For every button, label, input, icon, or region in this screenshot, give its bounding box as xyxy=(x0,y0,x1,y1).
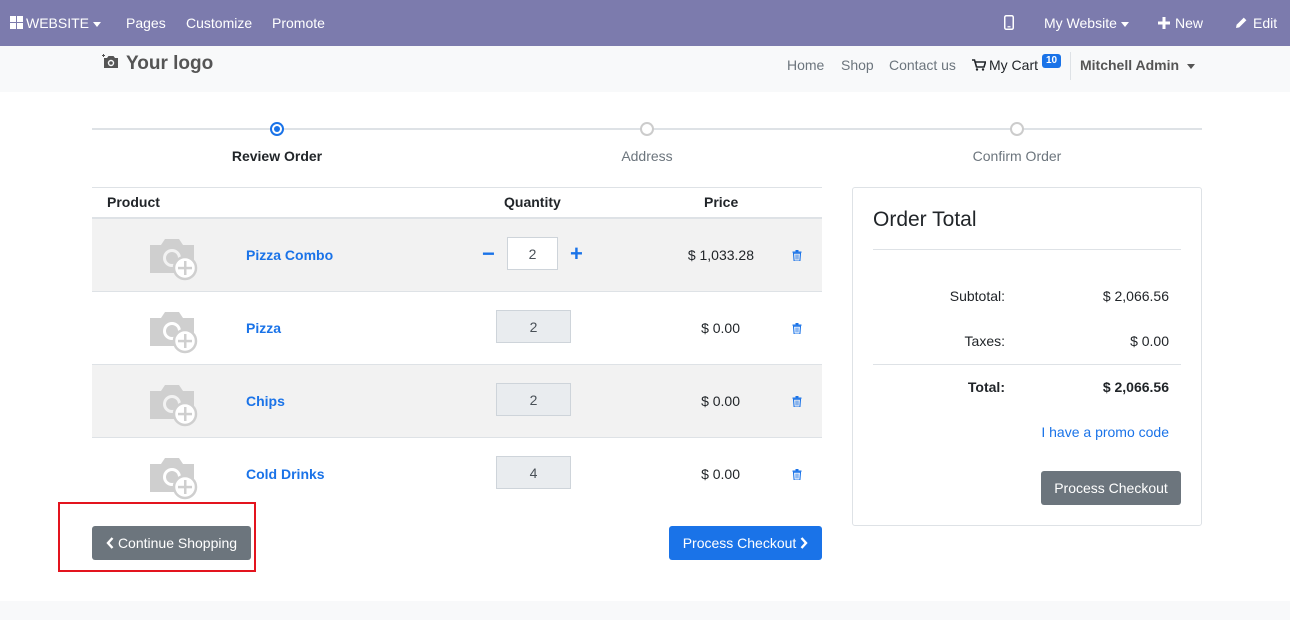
trash-icon[interactable] xyxy=(792,469,802,480)
step-dot-confirm-order xyxy=(1010,122,1024,136)
customize-menu[interactable]: Customize xyxy=(186,0,252,46)
camera-placeholder-icon xyxy=(150,385,198,427)
nav-contact-us[interactable]: Contact us xyxy=(889,57,956,73)
site-logo[interactable]: Your logo xyxy=(102,53,213,79)
card-divider xyxy=(873,249,1181,250)
line-price: $ 0.00 xyxy=(701,320,740,336)
quantity-increase-button[interactable]: + xyxy=(570,243,583,265)
mobile-icon xyxy=(1004,15,1014,30)
product-name-link[interactable]: Pizza Combo xyxy=(246,219,333,292)
promote-menu[interactable]: Promote xyxy=(272,0,325,46)
trash-icon[interactable] xyxy=(792,396,802,407)
process-checkout-label: Process Checkout xyxy=(682,535,797,551)
nav-divider xyxy=(1070,52,1071,80)
quantity-readonly-field: 2 xyxy=(496,383,571,416)
order-total-title: Order Total xyxy=(873,208,977,231)
line-price: $ 0.00 xyxy=(701,393,740,409)
cart-icon xyxy=(972,59,987,71)
header-price: Price xyxy=(704,194,739,210)
chevron-right-icon xyxy=(800,537,808,549)
quantity-readonly-field: 4 xyxy=(496,456,571,489)
table-row: Pizza Combo − 2 + $ 1,033.28 xyxy=(92,219,822,292)
quantity-readonly-field: 2 xyxy=(496,310,571,343)
taxes-label: Taxes: xyxy=(964,333,1005,349)
my-website-label: My Website xyxy=(1044,15,1117,31)
mobile-preview-button[interactable] xyxy=(1004,0,1014,46)
taxes-value: $ 0.00 xyxy=(1130,333,1169,349)
camera-icon xyxy=(102,54,118,68)
edit-button[interactable]: Edit xyxy=(1235,0,1277,46)
product-name-link[interactable]: Pizza xyxy=(246,292,281,365)
promo-code-link[interactable]: I have a promo code xyxy=(1000,424,1169,440)
new-label: New xyxy=(1175,15,1204,31)
total-label: Total: xyxy=(967,379,1005,395)
grid-icon xyxy=(10,16,23,29)
quantity-input[interactable]: 2 xyxy=(507,237,558,270)
subtotal-value: $ 2,066.56 xyxy=(1102,288,1169,304)
step-dot-address xyxy=(640,122,654,136)
logo-text: Your logo xyxy=(126,53,214,74)
step-dot-review-order xyxy=(270,122,284,136)
nav-home[interactable]: Home xyxy=(787,57,824,73)
my-website-menu[interactable]: My Website xyxy=(1044,0,1129,46)
table-top-border xyxy=(92,187,822,188)
product-name-link[interactable]: Chips xyxy=(246,365,285,438)
new-button[interactable]: New xyxy=(1158,0,1203,46)
user-name: Mitchell Admin xyxy=(1080,57,1180,73)
process-checkout-button[interactable]: Process Checkout xyxy=(669,526,822,560)
admin-topbar: WEBSITE Pages Customize Promote My Websi… xyxy=(0,0,1290,46)
line-price: $ 1,033.28 xyxy=(687,247,754,263)
header-product: Product xyxy=(107,194,160,210)
step-address: Address xyxy=(621,148,673,164)
caret-down-icon xyxy=(93,21,102,27)
website-menu-label: WEBSITE xyxy=(26,15,90,31)
website-menu[interactable]: WEBSITE xyxy=(10,0,102,46)
card-divider xyxy=(873,364,1181,365)
trash-icon[interactable] xyxy=(792,250,802,261)
highlight-box xyxy=(58,502,256,572)
caret-down-icon xyxy=(1187,63,1196,69)
camera-placeholder-icon xyxy=(150,239,198,281)
trash-icon[interactable] xyxy=(792,323,802,334)
user-menu[interactable]: Mitchell Admin xyxy=(1080,57,1196,73)
cart-label: My Cart xyxy=(989,57,1038,73)
pages-menu[interactable]: Pages xyxy=(126,0,166,46)
card-process-checkout-button[interactable]: Process Checkout xyxy=(1041,471,1181,505)
edit-label: Edit xyxy=(1253,15,1278,31)
table-row: Chips 2 $ 0.00 xyxy=(92,364,822,438)
line-price: $ 0.00 xyxy=(701,466,740,482)
footer xyxy=(0,601,1290,620)
cart-count-badge: 10 xyxy=(1042,54,1062,68)
subtotal-label: Subtotal: xyxy=(949,288,1005,304)
product-name-link[interactable]: Cold Drinks xyxy=(246,438,325,511)
table-row: Pizza 2 $ 0.00 xyxy=(92,291,822,365)
header-quantity: Quantity xyxy=(504,194,561,210)
quantity-decrease-button[interactable]: − xyxy=(482,243,495,265)
step-confirm-order: Confirm Order xyxy=(972,148,1062,164)
nav-shop[interactable]: Shop xyxy=(841,57,874,73)
step-review-order: Review Order xyxy=(231,148,323,164)
camera-placeholder-icon xyxy=(150,458,198,500)
total-value: $ 2,066.56 xyxy=(1102,379,1169,395)
table-row: Cold Drinks 4 $ 0.00 xyxy=(92,437,822,511)
plus-icon xyxy=(1158,17,1170,29)
camera-placeholder-icon xyxy=(150,312,198,354)
pencil-icon xyxy=(1236,17,1247,28)
caret-down-icon xyxy=(1120,21,1129,27)
nav-my-cart[interactable]: My Cart xyxy=(972,57,1038,73)
